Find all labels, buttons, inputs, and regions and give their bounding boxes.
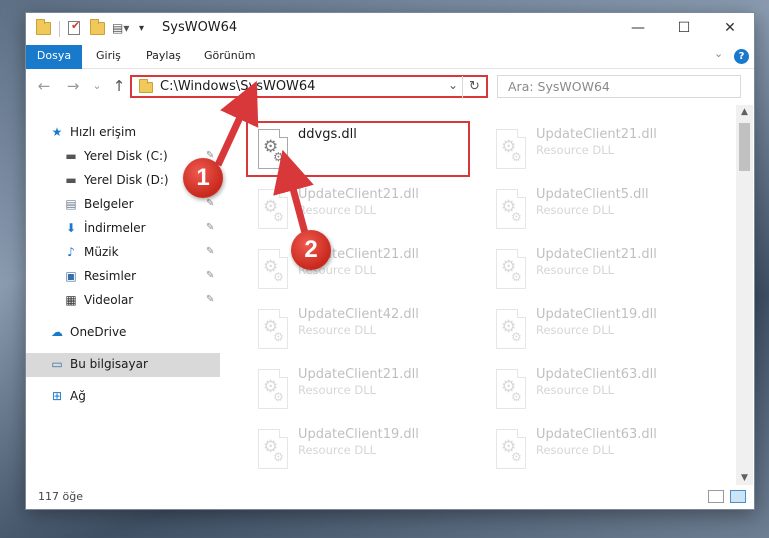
callout-step-2: 2 (291, 230, 331, 270)
arrow-to-address-bar (214, 80, 259, 167)
callout-step-1: 1 (183, 158, 223, 198)
arrow-to-file (273, 149, 314, 234)
annotation-arrows (214, 80, 314, 234)
